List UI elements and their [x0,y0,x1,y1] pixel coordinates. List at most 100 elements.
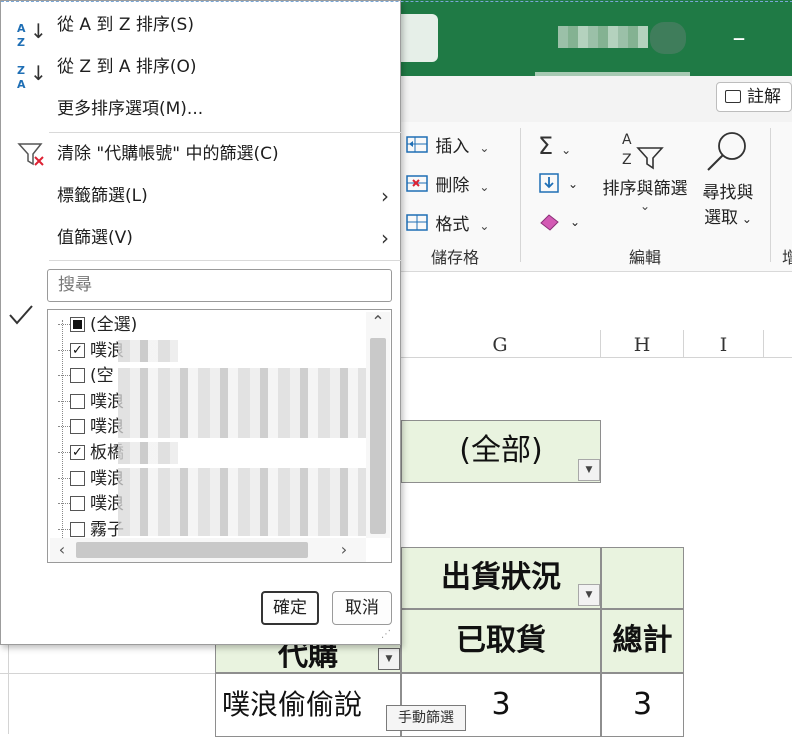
find-select-button[interactable]: 尋找與 選取 ⌄ [698,130,758,228]
column-headers: G H I [400,330,792,358]
list-item-label: (全選) [90,315,138,335]
minimize-button[interactable]: – [724,20,754,56]
row-filter-dropdown[interactable]: ▼ [378,648,400,670]
vertical-scrollbar[interactable]: ⌃ [366,312,390,538]
insert-button[interactable]: 插入 ⌄ [406,132,489,157]
insert-icon [406,136,428,153]
sort-az-icon: A Z ↓ [17,19,47,49]
ok-button[interactable]: 確定 [261,591,319,625]
fill-button[interactable]: ⌄ [538,172,578,198]
checkbox[interactable] [70,368,85,384]
cells-group-label: 儲存格 [430,248,479,267]
gridline [8,645,9,734]
tree-line [58,477,70,479]
sort-za-icon: Z A ↓ [17,61,47,91]
ribbon-separator [520,128,521,262]
row-label-cell[interactable]: 噗浪偷偷說 [215,673,401,737]
checkbox[interactable] [70,317,85,332]
column-filter-dropdown[interactable]: ▼ [578,584,600,606]
clear-button[interactable]: ⌄ [538,210,580,236]
ribbon-separator [770,128,771,262]
sort-z-to-a[interactable]: Z A ↓ 從 Z 到 A 排序(O) [1,47,401,91]
comment-icon [725,90,741,103]
search-input[interactable]: 搜尋 [47,269,392,302]
editing-group-label: 編輯 [628,248,661,267]
tree-line [58,503,70,505]
total-header-cell[interactable]: 總計 [601,609,684,673]
more-sort-options[interactable]: 更多排序選項(M)... [1,89,401,129]
svg-text:Z: Z [622,152,632,168]
chevron-right-icon: › [381,226,389,250]
autosum-button[interactable]: Σ ⌄ [538,132,571,160]
checkmark-icon [9,305,33,325]
clear-filter-icon [17,143,44,166]
delete-button[interactable]: 刪除 ⌄ [406,171,489,196]
scrollbar-thumb[interactable] [370,338,386,534]
clear-filter[interactable]: 清除 "代購帳號" 中的篩選(C) [1,134,401,174]
scroll-left-button[interactable]: ‹ [50,538,74,562]
total-value-cell[interactable]: 3 [601,673,684,737]
filter-item-list[interactable]: (全選) ✓ 噗浪 (空 噗浪 噗浪 ✓ 板橋 噗浪 噗浪 霧子 ⌃ ‹ › [47,309,392,563]
tooltip: 手動篩選 [386,705,466,731]
magnifier-icon [707,132,746,171]
redacted-text [118,340,178,362]
tree-line [58,426,70,428]
cancel-button[interactable]: 取消 [332,591,392,625]
list-item[interactable]: ✓ 板橋 [48,440,368,466]
column-header-g[interactable]: G [400,330,601,358]
checkbox[interactable] [70,419,85,435]
tree-line [58,528,70,530]
empty-header-cell[interactable] [601,547,684,609]
eraser-icon [540,214,559,231]
checkbox[interactable]: ✓ [70,342,85,358]
checkbox[interactable] [70,521,85,537]
pivot-column-header-cell[interactable]: 出貨狀況 ▼ [401,547,601,609]
menu-separator [49,132,401,133]
chevron-right-icon: › [381,184,389,208]
checkbox[interactable] [70,470,85,486]
resize-grip[interactable]: ⋰ [381,629,397,643]
delete-icon [406,175,428,192]
value-filter[interactable]: 值篩選(V) › [1,218,401,258]
redacted-text [118,442,178,464]
sort-a-to-z[interactable]: A Z ↓ 從 A 到 Z 排序(S) [1,5,401,49]
taken-header-cell[interactable]: 已取貨 [401,609,601,673]
comment-button[interactable]: 註解 [716,82,792,112]
filter-dropdown-button[interactable]: ▼ [578,459,600,481]
svg-text:A: A [622,132,632,148]
list-item[interactable]: (全選) [48,312,368,338]
column-header-i[interactable]: I [684,330,764,358]
avatar[interactable] [650,22,686,54]
list-item[interactable]: ✓ 噗浪 [48,338,368,364]
sort-filter-button[interactable]: A Z 排序與篩選 ⌄ [598,130,692,213]
next-group-label: 增 [781,248,792,267]
checkbox[interactable]: ✓ [70,445,85,460]
redacted-text [118,368,368,438]
scroll-right-button[interactable]: › [332,538,356,562]
filter-dropdown-panel: A Z ↓ 從 A 到 Z 排序(S) Z A ↓ 從 Z 到 A 排序(O) 更多排序… [0,0,792,645]
label-filter[interactable]: 標籤篩選(L) › [1,176,401,216]
gridline [0,673,215,674]
tree-line [58,349,70,351]
selection-marquee [1,1,792,2]
tree-line [58,324,70,325]
list-item-label: (空 [90,366,114,387]
tree-line [58,400,70,402]
sigma-icon: Σ [538,132,554,160]
account-name-blurred [558,26,648,48]
tree-line [58,452,70,453]
format-icon [406,214,428,231]
checkbox[interactable] [70,393,85,409]
filter-value-cell[interactable]: (全部) ▼ [401,420,601,483]
checkbox[interactable] [70,496,85,512]
scroll-up-button[interactable]: ⌃ [366,312,390,336]
format-button[interactable]: 格式 ⌄ [406,210,489,235]
scrollbar-thumb[interactable] [76,542,308,558]
fill-down-icon [539,173,559,193]
redacted-text [118,468,378,536]
column-header-h[interactable]: H [601,330,684,358]
horizontal-scrollbar[interactable]: ‹ › [50,538,366,562]
sort-filter-icon: A Z [622,132,664,170]
tree-line [58,375,70,377]
menu-separator [49,260,401,261]
